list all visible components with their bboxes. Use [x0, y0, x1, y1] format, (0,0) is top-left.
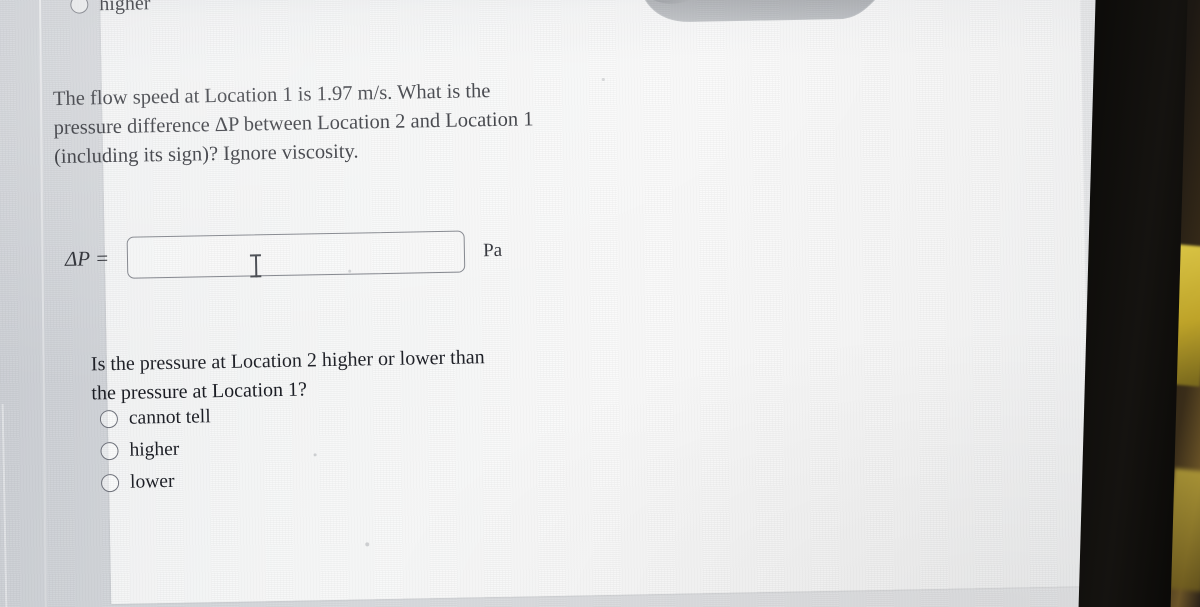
subquestion-option-higher[interactable]: higher — [100, 438, 180, 461]
subquestion-option-lower-label: lower — [129, 470, 175, 493]
pipe-diagram-svg — [633, 0, 991, 22]
delta-p-input[interactable] — [126, 230, 466, 279]
top-option-higher[interactable]: higher — [70, 0, 151, 16]
subquestion-option-cannot-tell[interactable]: cannot tell — [99, 406, 211, 429]
quiz-content-card: lower lower higher — [53, 0, 1092, 605]
top-option-higher-label: higher — [99, 0, 151, 16]
dust-speck — [601, 77, 605, 82]
pipe-figure — [597, 0, 1020, 53]
dust-speck — [313, 453, 317, 457]
monitor-bezel — [1077, 0, 1189, 607]
subquestion-line-2: pressure at Location 1? — [120, 378, 308, 404]
subquestion-option-higher-label: higher — [129, 438, 180, 461]
monitor-photo-scene: lower lower higher — [0, 0, 1200, 607]
pipe-body — [635, 0, 991, 22]
monitor-screen: lower lower higher — [0, 0, 1147, 607]
delta-p-label: ΔP = — [64, 245, 110, 271]
question-line-3: its sign)? Ignore viscosity. — [143, 140, 359, 167]
subquestion-option-cannot-tell-label: cannot tell — [128, 406, 211, 429]
dust-speck — [348, 269, 352, 273]
radio-circle-icon[interactable] — [70, 0, 89, 14]
quiz-body: lower lower higher — [53, 0, 1091, 604]
subquestion-prompt: Is the pressure at Location 2 higher or … — [91, 343, 502, 409]
answer-row: ΔP = Pa — [65, 230, 503, 280]
pressure-unit-label: Pa — [482, 239, 503, 262]
question-prompt: The flow speed at Location 1 is 1.97 m/s… — [53, 76, 555, 172]
subquestion-option-lower[interactable]: lower — [100, 470, 175, 493]
radio-circle-icon[interactable] — [100, 473, 120, 493]
radio-circle-icon[interactable] — [100, 441, 119, 461]
dust-speck — [365, 542, 370, 547]
radio-circle-icon[interactable] — [99, 409, 119, 429]
